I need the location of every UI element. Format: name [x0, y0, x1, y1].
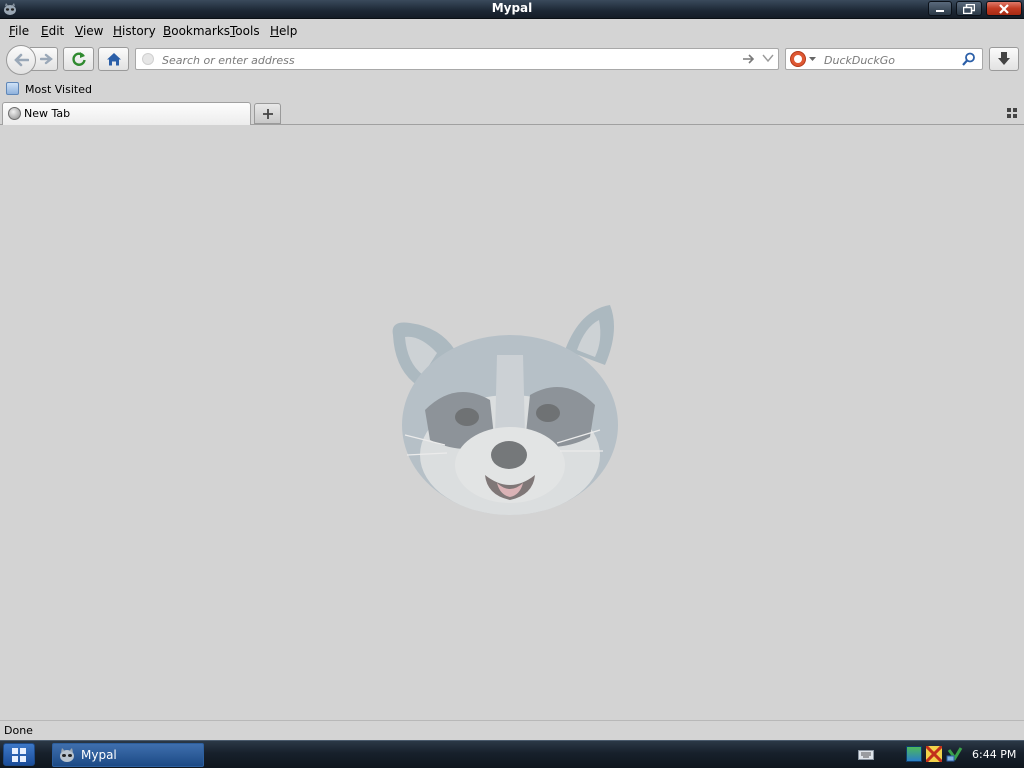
tab-groups-icon[interactable] — [1007, 108, 1017, 118]
restore-icon — [963, 3, 975, 14]
globe-icon — [8, 107, 21, 120]
restore-button[interactable] — [956, 1, 982, 16]
minimize-button[interactable] — [928, 1, 952, 16]
status-bar: Done — [0, 720, 1024, 740]
download-arrow-icon — [998, 52, 1010, 65]
close-button[interactable] — [986, 1, 1022, 16]
menu-history-accel: H — [113, 24, 123, 38]
tab-new-tab[interactable]: New Tab — [2, 102, 251, 125]
reload-icon — [71, 52, 86, 66]
mypal-app-icon — [60, 748, 74, 762]
menu-view-label: iew — [82, 24, 104, 38]
menu-tools[interactable]: Tools — [230, 24, 260, 38]
url-history-dropdown-icon[interactable] — [762, 53, 774, 63]
close-icon — [999, 3, 1009, 14]
search-bar[interactable] — [785, 48, 983, 70]
menu-bookmarks[interactable]: Bookmarks — [163, 24, 230, 38]
menu-bar: File Edit View History Bookmarks Tools H… — [0, 19, 1024, 43]
menu-file[interactable]: File — [9, 24, 29, 38]
menu-help-accel: H — [270, 24, 280, 38]
menu-edit[interactable]: Edit — [41, 24, 64, 38]
minimize-icon — [936, 9, 944, 12]
start-button[interactable] — [3, 743, 35, 766]
tray-image-viewer-icon[interactable] — [906, 746, 922, 762]
new-tab-button[interactable] — [254, 103, 281, 124]
window-title: Mypal — [491, 1, 533, 15]
search-magnifier-icon[interactable] — [962, 52, 976, 66]
menu-bookmarks-label: ookmarks — [171, 24, 231, 38]
menu-tools-label: ools — [235, 24, 260, 38]
bookmarks-toolbar: Most Visited — [0, 79, 1024, 100]
navigation-toolbar — [0, 43, 1024, 79]
home-icon — [106, 53, 121, 66]
address-bar[interactable] — [135, 48, 779, 70]
page-content[interactable] — [0, 125, 1024, 720]
tray-security-icon[interactable] — [926, 746, 942, 762]
go-arrow-icon[interactable] — [742, 52, 756, 66]
search-engine-dropdown-icon[interactable] — [809, 57, 816, 62]
keyboard-icon[interactable] — [858, 748, 874, 760]
folder-icon — [6, 82, 19, 95]
menu-edit-label: dit — [48, 24, 65, 38]
bookmark-label: Most Visited — [25, 83, 92, 96]
start-grid-icon — [12, 747, 26, 762]
back-button[interactable] — [6, 45, 36, 75]
menu-history[interactable]: History — [113, 24, 156, 38]
tab-strip: New Tab — [0, 100, 1024, 125]
window-title-bar[interactable]: Mypal — [0, 0, 1024, 19]
reload-button[interactable] — [63, 47, 94, 71]
taskbar-item-mypal[interactable]: Mypal — [52, 743, 204, 767]
search-input[interactable] — [822, 51, 956, 69]
site-identity-icon[interactable] — [142, 53, 154, 65]
clock[interactable]: 6:44 PM — [972, 748, 1016, 761]
menu-view[interactable]: View — [75, 24, 103, 38]
status-text: Done — [4, 724, 33, 737]
menu-help-label: elp — [279, 24, 298, 38]
menu-bookmarks-accel: B — [163, 24, 172, 38]
address-input[interactable] — [160, 51, 744, 69]
taskbar-item-label: Mypal — [81, 748, 117, 762]
duckduckgo-icon[interactable] — [790, 51, 806, 67]
menu-help[interactable]: Help — [270, 24, 297, 38]
home-button[interactable] — [98, 47, 129, 71]
network-icon[interactable] — [946, 746, 964, 762]
plus-icon — [262, 108, 273, 119]
menu-edit-accel: E — [41, 24, 49, 38]
menu-view-accel: V — [75, 24, 83, 38]
menu-history-label: istory — [122, 24, 156, 38]
back-arrow-icon — [14, 53, 29, 67]
tab-label: New Tab — [24, 107, 71, 120]
downloads-button[interactable] — [989, 47, 1019, 71]
menu-file-label: ile — [15, 24, 30, 38]
forward-arrow-icon — [39, 53, 53, 65]
taskbar: Mypal 6:44 PM — [0, 740, 1024, 768]
raccoon-mascot-image — [392, 305, 618, 515]
